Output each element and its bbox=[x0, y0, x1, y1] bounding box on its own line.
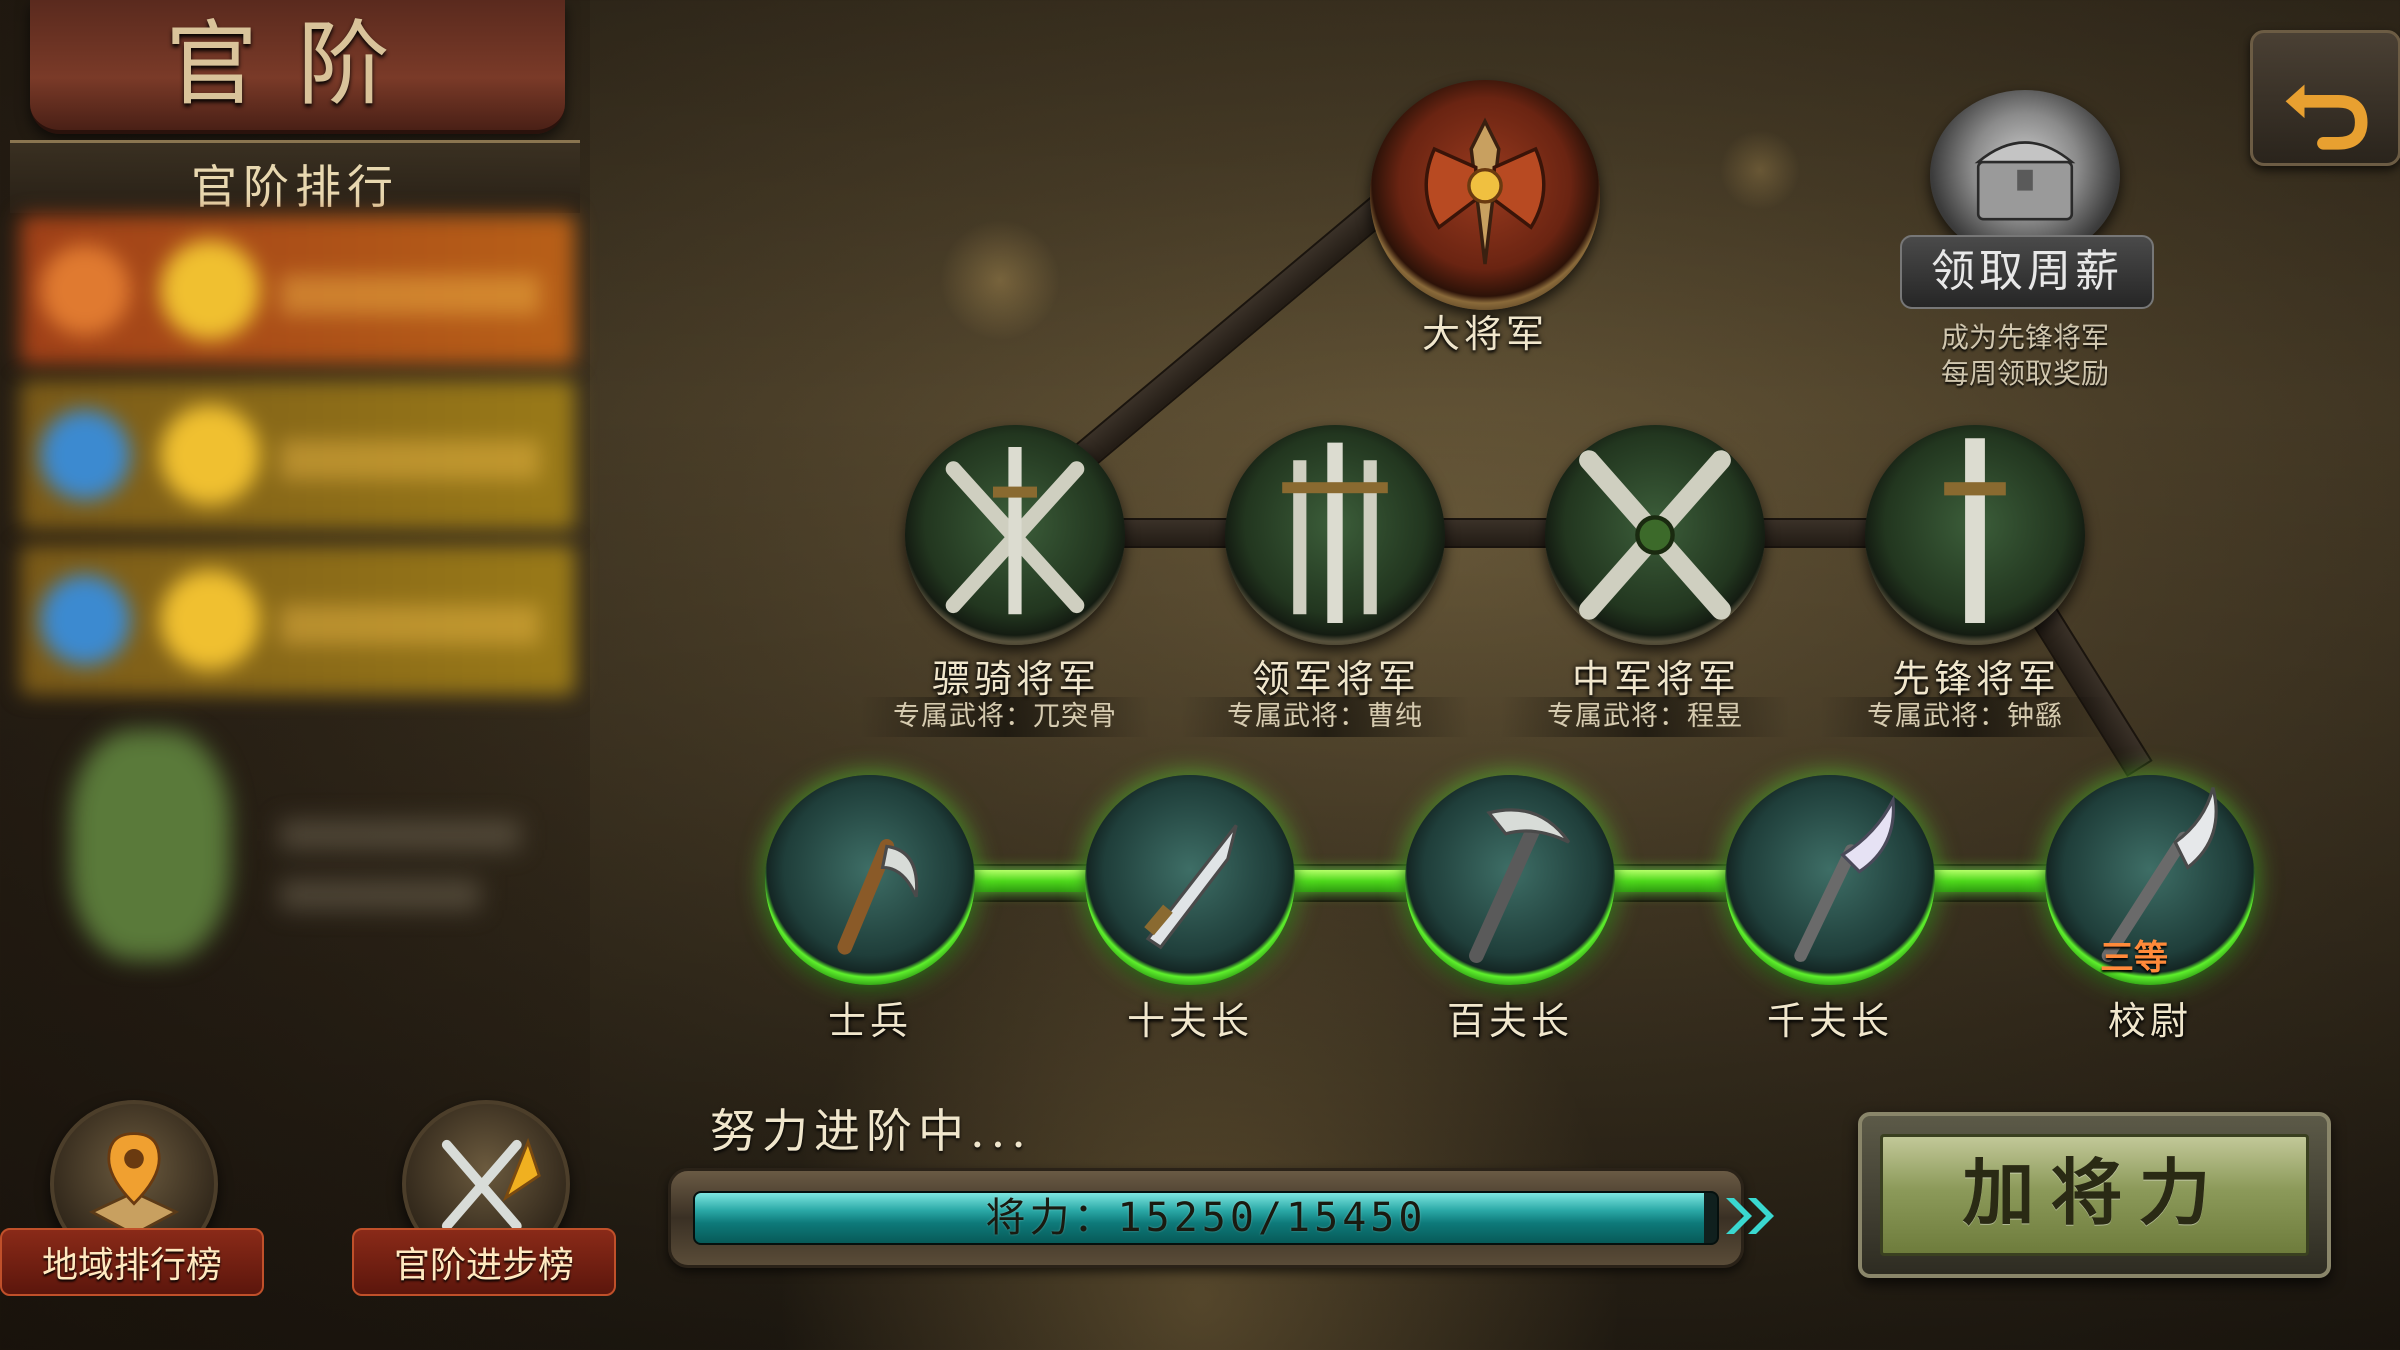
region-ranking-button[interactable]: 地域排行榜 bbox=[0, 1100, 264, 1296]
rank-medal-icon bbox=[160, 405, 260, 505]
power-progress-bar: 将力：15250/15450 bbox=[668, 1168, 1744, 1268]
note-line: 每周领取奖励 bbox=[1940, 357, 2109, 390]
rank-progress-button[interactable]: 官阶进步榜 bbox=[352, 1100, 616, 1296]
blurred-info bbox=[280, 820, 520, 850]
rank-node-general-1[interactable] bbox=[905, 425, 1125, 645]
chevron-right-icon bbox=[1726, 1198, 1774, 1234]
dagger-icon bbox=[1144, 824, 1238, 950]
exclusive-general: 专属武将：程昱 bbox=[1500, 697, 1790, 737]
ranking-row[interactable] bbox=[20, 380, 575, 530]
weekly-salary-button[interactable]: 领取周薪 bbox=[1900, 80, 2154, 309]
rank-medal-icon bbox=[160, 240, 260, 340]
rank-node-general-4[interactable] bbox=[1865, 425, 2085, 645]
weekly-salary-note: 成为先锋将军 每周领取奖励 bbox=[1880, 320, 2170, 392]
rank-node-soldier-4[interactable] bbox=[1725, 775, 1935, 985]
region-ranking-label: 地域排行榜 bbox=[0, 1228, 264, 1296]
rank-label: 领军将军 bbox=[1251, 657, 1420, 701]
rank-node-soldier-2[interactable] bbox=[1085, 775, 1295, 985]
avatar bbox=[40, 410, 130, 500]
rank-label: 士兵 bbox=[827, 999, 912, 1043]
triple-swords-icon bbox=[1282, 442, 1388, 623]
exclusive-general: 专属武将：钟繇 bbox=[1820, 697, 2110, 737]
title-banner: 官阶 bbox=[30, 0, 565, 134]
glaive-icon bbox=[1794, 794, 1895, 962]
ranking-row[interactable] bbox=[20, 215, 575, 365]
sickle-icon bbox=[837, 839, 919, 955]
page-title: 官阶 bbox=[165, 11, 430, 118]
rank-label: 大将军 bbox=[1421, 312, 1548, 356]
blurred-info bbox=[280, 880, 480, 910]
rank-medal-icon bbox=[160, 570, 260, 670]
rank-label: 百夫长 bbox=[1446, 999, 1573, 1043]
rank-node-general-2[interactable] bbox=[1225, 425, 1445, 645]
exclusive-general: 专属武将：曹纯 bbox=[1180, 697, 1470, 737]
blurred-info bbox=[280, 605, 540, 645]
blurred-info bbox=[280, 440, 540, 480]
add-power-button[interactable]: 加将力 bbox=[1858, 1112, 2331, 1278]
single-sword-icon bbox=[1944, 438, 2006, 623]
crossed-swords-icon bbox=[1579, 450, 1731, 620]
rank-label: 先锋将军 bbox=[1891, 657, 2060, 701]
rank-progress-label: 官阶进步榜 bbox=[352, 1228, 616, 1296]
progress-value: 将力：15250/15450 bbox=[985, 1195, 1427, 1241]
exclusive-general: 专属武将：兀突骨 bbox=[860, 697, 1150, 737]
add-power-label: 加将力 bbox=[1880, 1134, 2309, 1256]
rank-header-label: 官阶排行 bbox=[191, 160, 399, 214]
rank-label: 中军将军 bbox=[1571, 657, 1740, 701]
avatar bbox=[40, 575, 130, 665]
rank-node-soldier-3[interactable] bbox=[1405, 775, 1615, 985]
return-arrow-icon bbox=[2285, 84, 2368, 150]
pickaxe-icon bbox=[1469, 808, 1571, 963]
back-button[interactable] bbox=[2250, 30, 2400, 166]
avatar bbox=[70, 730, 230, 960]
rank-node-soldier-1[interactable] bbox=[765, 775, 975, 985]
rank-node-general-3[interactable] bbox=[1545, 425, 1765, 645]
my-rank-card bbox=[60, 700, 560, 1000]
progress-caption: 努力进阶中... bbox=[710, 1104, 1032, 1158]
weekly-salary-label: 领取周薪 bbox=[1900, 235, 2154, 309]
rank-label: 校尉 bbox=[2107, 999, 2192, 1043]
rank-header: 官阶排行 bbox=[10, 140, 580, 214]
rank-grade-badge: 三等 bbox=[2100, 938, 2168, 978]
rank-label: 骠骑将军 bbox=[931, 657, 1100, 701]
blurred-info bbox=[280, 275, 540, 315]
rank-label: 千夫长 bbox=[1766, 999, 1893, 1043]
progress-track: 将力：15250/15450 bbox=[693, 1191, 1719, 1245]
axe-emblem-icon bbox=[1424, 117, 1546, 265]
crossed-swords-icon bbox=[945, 447, 1085, 615]
rank-label: 十夫长 bbox=[1126, 999, 1253, 1043]
avatar bbox=[40, 245, 130, 335]
rank-node-top[interactable] bbox=[1370, 80, 1600, 310]
note-line: 成为先锋将军 bbox=[1940, 321, 2109, 354]
ranking-row[interactable] bbox=[20, 545, 575, 695]
